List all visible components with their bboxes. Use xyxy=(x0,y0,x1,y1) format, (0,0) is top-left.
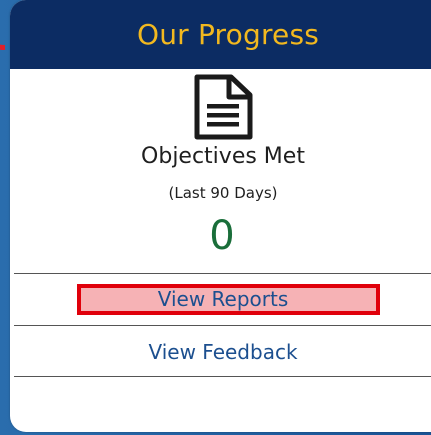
divider xyxy=(14,325,431,326)
card-header: Our Progress xyxy=(10,0,431,69)
objectives-met-value: 0 xyxy=(209,213,235,259)
divider xyxy=(14,376,431,377)
document-icon xyxy=(194,74,253,140)
period-label: (Last 90 Days) xyxy=(168,184,278,202)
progress-card: Our Progress Objectives Met (Last 90 Day… xyxy=(10,0,431,432)
divider xyxy=(14,273,431,274)
objectives-met-label: Objectives Met xyxy=(141,144,305,169)
view-reports-link[interactable]: View Reports xyxy=(10,287,431,311)
page-background: Our Progress Objectives Met (Last 90 Day… xyxy=(0,0,431,435)
view-feedback-link[interactable]: View Feedback xyxy=(10,340,431,364)
card-title: Our Progress xyxy=(136,18,320,51)
